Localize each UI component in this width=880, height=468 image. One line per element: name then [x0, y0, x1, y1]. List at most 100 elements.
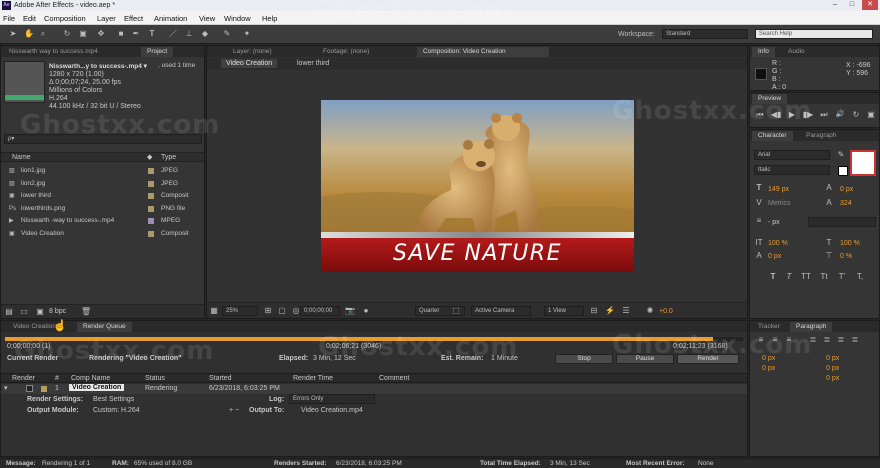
- camera-snapshot-icon[interactable]: 📷: [345, 306, 355, 316]
- fast-preview-icon[interactable]: ⚡: [605, 306, 615, 316]
- tab-render-queue[interactable]: Render Queue: [77, 322, 132, 332]
- column-number[interactable]: #: [55, 375, 59, 382]
- column-render-time[interactable]: Render Time: [293, 375, 333, 382]
- ram-preview-icon[interactable]: ▣: [865, 110, 877, 120]
- tab-audio[interactable]: Audio: [782, 47, 811, 57]
- tab-info[interactable]: Info: [752, 47, 775, 57]
- rectangle-tool-icon[interactable]: ■: [116, 29, 126, 39]
- small-caps-button[interactable]: Tt: [818, 272, 830, 282]
- channel-icon[interactable]: ●: [361, 306, 371, 316]
- label-color-swatch[interactable]: [148, 205, 154, 212]
- tab-character[interactable]: Character: [752, 131, 793, 141]
- new-composition-icon[interactable]: ▣: [35, 307, 45, 317]
- menu-file[interactable]: File: [3, 14, 15, 23]
- interpret-footage-icon[interactable]: ▤: [4, 307, 14, 317]
- font-family-select[interactable]: Arial: [754, 150, 830, 160]
- label-color-swatch[interactable]: [41, 386, 47, 392]
- exposure-icon[interactable]: ✺: [645, 306, 655, 316]
- add-output-icon[interactable]: + −: [229, 407, 239, 414]
- camera-tool-icon[interactable]: ▣: [78, 29, 88, 39]
- tracking-value[interactable]: 324: [840, 200, 852, 207]
- loop-icon[interactable]: ↻: [850, 110, 862, 120]
- label-color-swatch[interactable]: [148, 168, 154, 174]
- trash-icon[interactable]: 🗑: [81, 307, 91, 317]
- render-settings-value[interactable]: Best Settings: [93, 396, 134, 403]
- label-column-icon[interactable]: ◆: [147, 153, 152, 161]
- bit-depth-button[interactable]: 8 bpc: [49, 308, 66, 315]
- label-color-swatch[interactable]: [148, 218, 154, 224]
- subscript-button[interactable]: T,: [854, 272, 866, 282]
- menu-help[interactable]: Help: [262, 14, 277, 23]
- timeline-icon[interactable]: ☰: [621, 306, 631, 316]
- project-item[interactable]: ▣ Video Creation Composit: [1, 228, 198, 240]
- tab-layer[interactable]: Layer: (none): [227, 47, 278, 57]
- indent-first-value[interactable]: 0 px: [762, 365, 775, 372]
- tsume-value[interactable]: 0 %: [840, 253, 852, 260]
- composition-canvas[interactable]: SAVE NATURE: [321, 100, 634, 272]
- log-select[interactable]: Errors Only: [289, 394, 375, 404]
- column-type[interactable]: Type: [161, 154, 176, 161]
- kerning-value[interactable]: Metrics: [768, 200, 791, 207]
- menu-layer[interactable]: Layer: [97, 14, 116, 23]
- tab-composition[interactable]: Composition: Video Creation: [417, 47, 549, 57]
- output-to-value[interactable]: Video Creation.mp4: [301, 407, 363, 414]
- type-tool-icon[interactable]: T: [147, 29, 157, 39]
- selection-tool-icon[interactable]: ➤: [8, 29, 18, 39]
- project-item[interactable]: ▨ lion1.jpg JPEG: [1, 165, 198, 177]
- eraser-tool-icon[interactable]: ◆: [200, 29, 210, 39]
- justify-center-icon[interactable]: ≣: [822, 335, 832, 345]
- column-status[interactable]: Status: [145, 375, 165, 382]
- space-before-value[interactable]: 0 px: [826, 365, 839, 372]
- clone-tool-icon[interactable]: ⊥: [184, 29, 194, 39]
- stop-button[interactable]: Stop: [555, 354, 613, 364]
- menu-window[interactable]: Window: [224, 14, 251, 23]
- pan-behind-tool-icon[interactable]: ✥: [96, 29, 106, 39]
- render-item-comp[interactable]: Video Creation: [69, 384, 125, 391]
- project-item[interactable]: Ps lowerthirds.png PNG file: [1, 203, 198, 215]
- menu-view[interactable]: View: [199, 14, 215, 23]
- exposure-value[interactable]: +0.0: [659, 308, 673, 315]
- indent-right-value[interactable]: 0 px: [826, 355, 839, 362]
- space-after-value[interactable]: 0 px: [826, 375, 839, 382]
- workspace-select[interactable]: Standard: [662, 29, 748, 39]
- pen-tool-icon[interactable]: ✒: [131, 29, 141, 39]
- stroke-color-swatch[interactable]: [850, 150, 876, 176]
- rotate-tool-icon[interactable]: ↻: [62, 29, 72, 39]
- always-preview-icon[interactable]: ▦: [209, 306, 219, 316]
- last-frame-icon[interactable]: ⏭: [818, 110, 830, 120]
- toggle-pixel-aspect-icon[interactable]: ⊟: [589, 306, 599, 316]
- justify-right-icon[interactable]: ≣: [836, 335, 846, 345]
- label-color-swatch[interactable]: [148, 180, 154, 187]
- render-checkbox[interactable]: [26, 385, 33, 392]
- project-item[interactable]: ▶ Nisswarth -way to success-.mp4 MPEG: [1, 215, 198, 227]
- eyedropper-icon[interactable]: ✎: [836, 150, 846, 160]
- superscript-button[interactable]: T': [836, 272, 848, 282]
- view-layout-select[interactable]: 1 View: [544, 306, 584, 316]
- new-folder-icon[interactable]: ▭: [19, 307, 29, 317]
- column-started[interactable]: Started: [209, 375, 232, 382]
- menu-composition[interactable]: Composition: [44, 14, 86, 23]
- hand-tool-icon[interactable]: ✋: [24, 29, 34, 39]
- close-button[interactable]: ✕: [862, 0, 878, 10]
- roto-brush-icon[interactable]: ✎: [222, 29, 232, 39]
- label-color-swatch[interactable]: [148, 193, 154, 199]
- audio-icon[interactable]: 🔊: [834, 110, 846, 120]
- menu-animation[interactable]: Animation: [154, 14, 187, 23]
- current-time-field[interactable]: 0;00;00;00: [300, 306, 340, 316]
- puppet-tool-icon[interactable]: ✦: [242, 29, 252, 39]
- baseline-shift-value[interactable]: 0 px: [768, 253, 781, 260]
- camera-select[interactable]: Active Camera: [471, 306, 531, 316]
- mask-visibility-icon[interactable]: ▢: [277, 306, 287, 316]
- breadcrumb-lower-third[interactable]: lower third: [297, 60, 329, 67]
- column-comment[interactable]: Comment: [379, 375, 409, 382]
- font-size-value[interactable]: 149 px: [768, 186, 789, 193]
- horizontal-scale-value[interactable]: 100 %: [840, 240, 860, 247]
- project-item[interactable]: ▨ lion2.jpg JPEG: [1, 178, 198, 190]
- faux-bold-button[interactable]: T: [768, 272, 778, 282]
- tab-paragraph[interactable]: Paragraph: [800, 131, 842, 141]
- justify-all-icon[interactable]: ≣: [850, 335, 860, 345]
- vertical-scale-value[interactable]: 100 %: [768, 240, 788, 247]
- label-color-swatch[interactable]: [148, 230, 154, 237]
- minimize-button[interactable]: –: [828, 0, 842, 10]
- zoom-select[interactable]: 25%: [222, 306, 258, 316]
